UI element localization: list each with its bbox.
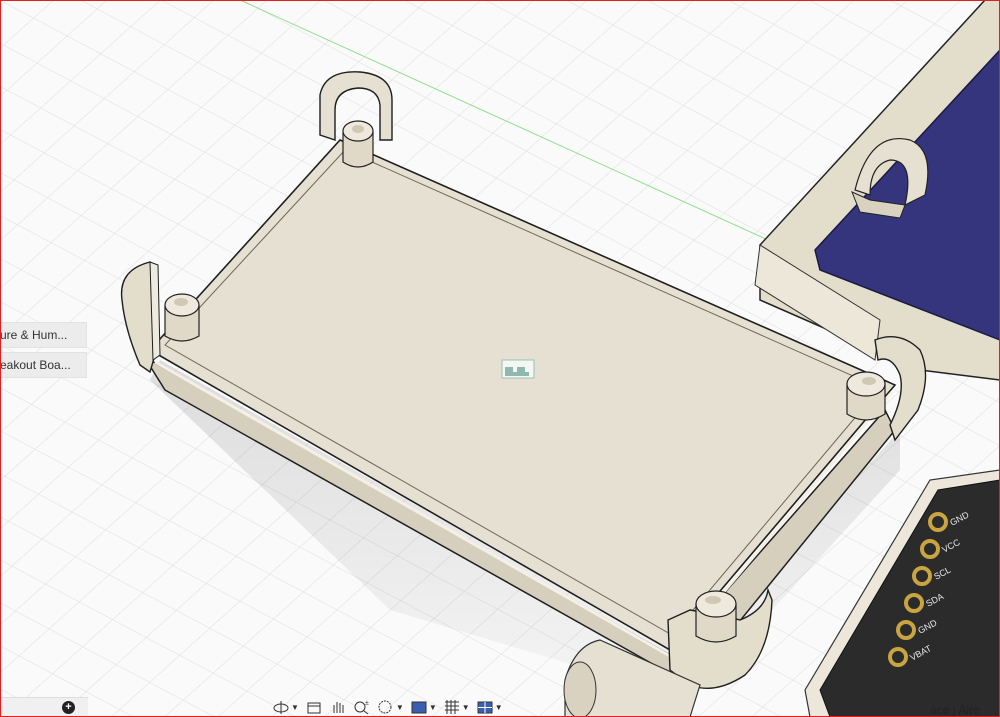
- svg-text:±: ±: [365, 700, 369, 707]
- workspace-label: ace | Aire: [930, 703, 980, 717]
- pin-pad: [888, 647, 908, 667]
- chevron-down-icon: ▼: [494, 702, 503, 712]
- pin-pad: [904, 593, 924, 613]
- display-settings-icon: [411, 701, 427, 714]
- look-at-button[interactable]: [303, 698, 325, 716]
- grid-snap-icon: [444, 700, 459, 714]
- browser-item-temperature-humidity[interactable]: ure & Hum...: [0, 322, 87, 348]
- body-origin-marker: [501, 359, 535, 379]
- browser-item-label: ure & Hum...: [0, 328, 68, 342]
- navigation-toolbar: ▼ ± ▼ ▼ ▼ ▼: [270, 697, 570, 717]
- pan-hand-icon: [333, 702, 344, 713]
- display-settings-button[interactable]: ▼: [408, 698, 439, 716]
- chevron-down-icon: ▼: [395, 702, 404, 712]
- add-comment-icon[interactable]: +: [62, 701, 75, 714]
- viewports-button[interactable]: ▼: [474, 698, 505, 716]
- pin-pad: [920, 539, 940, 559]
- look-at-icon: [307, 702, 321, 714]
- chevron-down-icon: ▼: [428, 702, 437, 712]
- viewports-icon: [477, 701, 493, 714]
- standoff-bottom: [695, 590, 737, 643]
- orbit-button[interactable]: ▼: [270, 698, 301, 716]
- comments-panel: +: [0, 697, 88, 717]
- pin-pad: [896, 620, 916, 640]
- fit-window-icon: [378, 700, 392, 714]
- pin-pad: [912, 566, 932, 586]
- standoff-right: [846, 371, 886, 421]
- 3d-viewport[interactable]: GND VCC SCL SDA GND VBAT ure & Hum... eakout …: [0, 0, 1000, 717]
- browser-item-label: eakout Boa...: [0, 358, 71, 372]
- grid-snap-button[interactable]: ▼: [441, 698, 472, 716]
- zoom-icon: ±: [354, 700, 369, 715]
- browser-item-breakout-board[interactable]: eakout Boa...: [0, 352, 87, 378]
- chevron-down-icon: ▼: [461, 702, 470, 712]
- orbit-icon: [273, 701, 289, 714]
- standoff-left: [164, 293, 200, 342]
- design-canvas[interactable]: GNDVCCSCLSDAGNDVBAT: [0, 0, 1000, 717]
- standoff-top: [342, 120, 374, 168]
- fit-button[interactable]: ▼: [375, 698, 406, 716]
- pin-pad: [928, 512, 948, 532]
- chevron-down-icon: ▼: [291, 702, 299, 712]
- zoom-button[interactable]: ±: [351, 698, 373, 716]
- pan-button[interactable]: [327, 698, 349, 716]
